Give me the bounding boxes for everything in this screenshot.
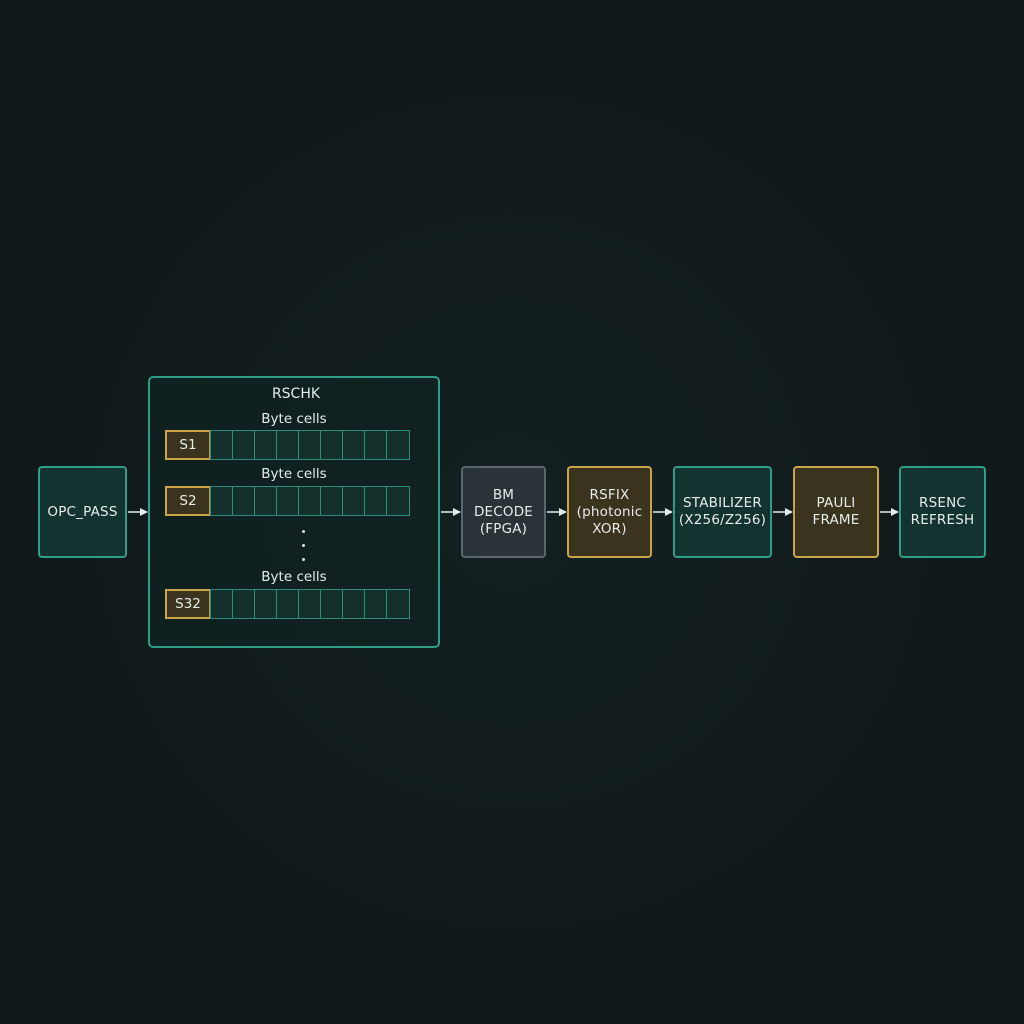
bm-decode-label: BM DECODE (FPGA) — [473, 486, 534, 537]
byte-cell — [386, 430, 410, 460]
byte-cells-s1 — [210, 430, 410, 460]
register-row-s32: S32 — [165, 589, 410, 619]
ellipsis-dot — [302, 530, 305, 533]
byte-cell — [386, 486, 410, 516]
byte-cell — [320, 589, 344, 619]
byte-cells-s32 — [210, 589, 410, 619]
rsfix-node: RSFIX (photonic XOR) — [567, 466, 652, 558]
slot-label-s2: S2 — [165, 486, 211, 516]
rsfix-label: RSFIX (photonic XOR) — [576, 486, 643, 537]
byte-cell — [210, 430, 234, 460]
byte-cell — [298, 589, 322, 619]
byte-cell — [276, 486, 300, 516]
ellipsis-dot — [302, 558, 305, 561]
register-row-s1: S1 — [165, 430, 410, 460]
pauli-frame-node: PAULI FRAME — [793, 466, 879, 558]
register-row-s2: S2 — [165, 486, 410, 516]
byte-cells-s2 — [210, 486, 410, 516]
opc-pass-label: OPC_PASS — [47, 503, 118, 520]
row-caption-s2: Byte cells — [261, 466, 327, 482]
rsenc-refresh-node: RSENC REFRESH — [899, 466, 986, 558]
byte-cell — [276, 589, 300, 619]
byte-cell — [364, 486, 388, 516]
byte-cell — [254, 486, 278, 516]
slot-label-s32: S32 — [165, 589, 211, 619]
stabilizer-label: STABILIZER (X256/Z256) — [678, 495, 767, 528]
row-caption-s1: Byte cells — [261, 411, 327, 427]
byte-cell — [364, 430, 388, 460]
byte-cell — [254, 589, 278, 619]
byte-cell — [342, 589, 366, 619]
pauli-frame-label: PAULI FRAME — [812, 495, 860, 528]
byte-cell — [320, 486, 344, 516]
byte-cell — [342, 430, 366, 460]
byte-cell — [320, 430, 344, 460]
byte-cell — [232, 589, 256, 619]
rsenc-refresh-label: RSENC REFRESH — [910, 495, 975, 528]
byte-cell — [386, 589, 410, 619]
slot-label-s1: S1 — [165, 430, 211, 460]
byte-cell — [342, 486, 366, 516]
byte-cell — [364, 589, 388, 619]
byte-cell — [298, 486, 322, 516]
byte-cell — [276, 430, 300, 460]
stabilizer-node: STABILIZER (X256/Z256) — [673, 466, 772, 558]
byte-cell — [254, 430, 278, 460]
row-caption-s32: Byte cells — [261, 569, 327, 585]
pipeline-diagram: OPC_PASS RSCHK Byte cells S1 Byte cells … — [0, 0, 1024, 1024]
bm-decode-node: BM DECODE (FPGA) — [461, 466, 546, 558]
ellipsis-dot — [302, 544, 305, 547]
byte-cell — [210, 589, 234, 619]
byte-cell — [232, 486, 256, 516]
byte-cell — [298, 430, 322, 460]
rschk-title: RSCHK — [271, 386, 321, 402]
byte-cell — [232, 430, 256, 460]
byte-cell — [210, 486, 234, 516]
opc-pass-node: OPC_PASS — [38, 466, 127, 558]
